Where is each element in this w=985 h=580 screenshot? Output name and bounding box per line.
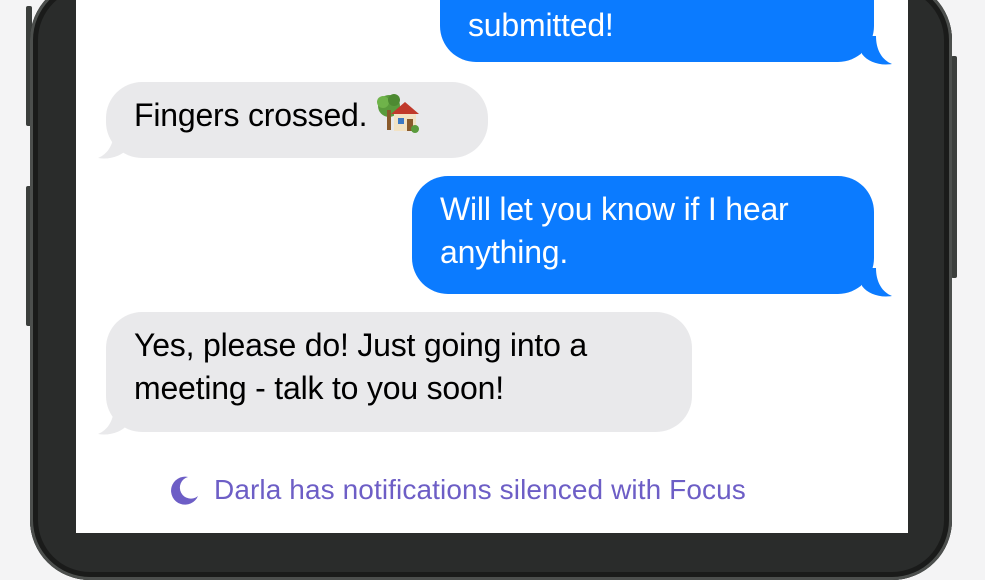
incoming-message-bubble[interactable]: Yes, please do! Just going into a meetin… (106, 312, 692, 432)
incoming-bubble-tail (98, 130, 128, 159)
outgoing-message-bubble[interactable]: submitted! (440, 0, 874, 62)
moon-icon (171, 476, 198, 505)
focus-status-notice: Darla has notifications silenced with Fo… (168, 474, 746, 506)
message-text: submitted! (468, 7, 614, 43)
outgoing-message-bubble[interactable]: Will let you know if I hear anything. (412, 176, 874, 294)
message-text-line-1: Will let you know if I hear (440, 191, 789, 227)
incoming-bubble-tail (98, 406, 128, 435)
message-text-line-2: meeting - talk to you soon! (134, 370, 504, 406)
message-text: Fingers crossed. (134, 97, 368, 133)
focus-status-text: Darla has notifications silenced with Fo… (214, 474, 746, 505)
outgoing-bubble-tail (862, 268, 892, 297)
incoming-message-bubble[interactable]: Fingers crossed. (106, 82, 488, 158)
message-text-line-1: Yes, please do! Just going into a (134, 327, 587, 363)
outgoing-bubble-tail (862, 36, 892, 65)
messages-screen[interactable]: submitted! Fingers crossed. Will let you… (76, 0, 908, 533)
house-with-garden-icon (377, 93, 420, 133)
message-text-line-2: anything. (440, 234, 569, 270)
